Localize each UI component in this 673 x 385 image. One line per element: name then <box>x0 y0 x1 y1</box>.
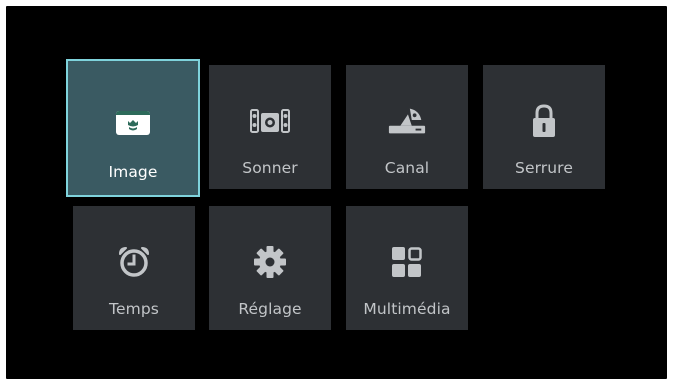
tv-screen: Image Sonner Canal Serrure Temps Réglage… <box>6 6 667 379</box>
speaker-icon <box>250 103 290 139</box>
menu-tile-label: Serrure <box>515 159 573 177</box>
alarm-clock-icon <box>114 244 154 280</box>
image-icon <box>113 105 153 141</box>
satellite-dish-icon <box>387 103 427 139</box>
menu-tile-label: Canal <box>384 159 430 177</box>
menu-tile-label: Multimédia <box>363 300 451 318</box>
gear-icon <box>250 244 290 280</box>
menu-tile-sonner[interactable]: Sonner <box>209 65 331 189</box>
menu-tile-temps[interactable]: Temps <box>73 206 195 330</box>
menu-tile-label: Temps <box>109 300 159 318</box>
menu-tile-image[interactable]: Image <box>66 59 200 197</box>
menu-tile-reglage[interactable]: Réglage <box>209 206 331 330</box>
lock-icon <box>524 103 564 139</box>
menu-tile-label: Sonner <box>242 159 298 177</box>
menu-tile-multimedia[interactable]: Multimédia <box>346 206 468 330</box>
menu-tile-label: Réglage <box>238 300 302 318</box>
grid-icon <box>387 244 427 280</box>
menu-tile-canal[interactable]: Canal <box>346 65 468 189</box>
menu-tile-serrure[interactable]: Serrure <box>483 65 605 189</box>
menu-tile-label: Image <box>108 163 158 181</box>
